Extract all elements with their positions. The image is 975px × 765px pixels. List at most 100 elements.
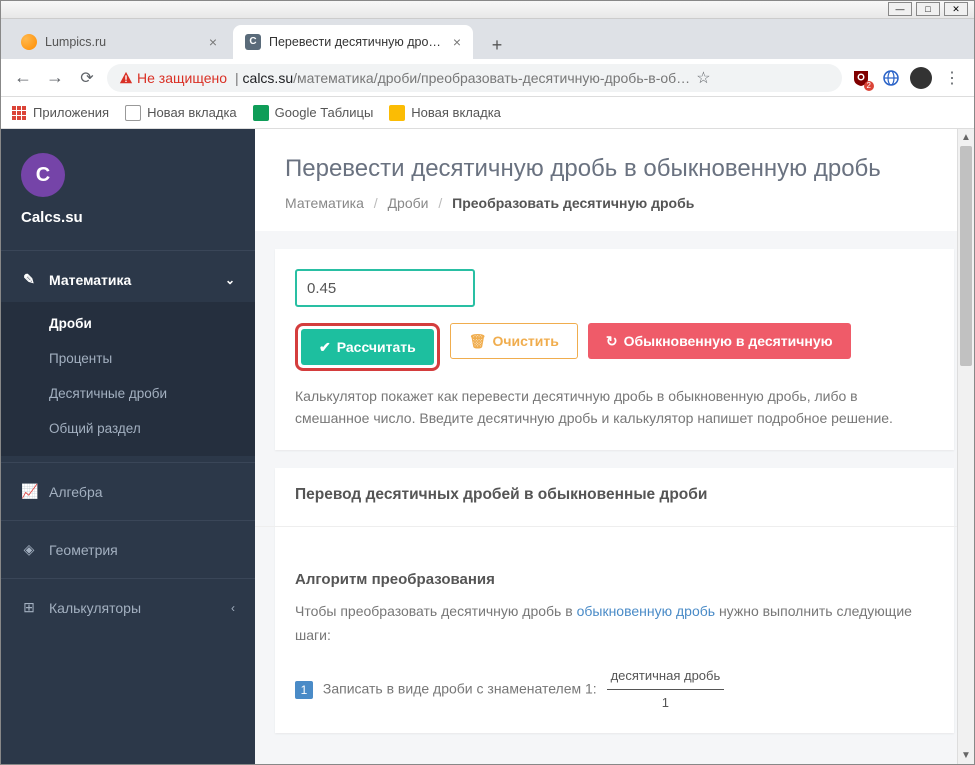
calculator-card: ✔ Рассчитать 🗑 Очистить ↻ Обыкновенную в… (275, 249, 954, 450)
breadcrumb: Математика / Дроби / Преобразовать десят… (285, 195, 944, 211)
calculator-icon: ⊞ (21, 599, 37, 616)
bookmark-label: Новая вкладка (411, 105, 501, 120)
calculate-button[interactable]: ✔ Рассчитать (301, 329, 434, 365)
scroll-down-arrow[interactable]: ▼ (958, 747, 974, 764)
algorithm-title: Алгоритм преобразования (295, 571, 934, 588)
scroll-up-arrow[interactable]: ▲ (958, 129, 974, 146)
tab-calcs[interactable]: C Перевести десятичную дробь в × (233, 25, 473, 59)
swap-button[interactable]: ↻ Обыкновенную в десятичную (588, 323, 851, 359)
tab-close-icon[interactable]: × (453, 34, 461, 50)
step-number-badge: 1 (295, 681, 313, 699)
bookmark-label: Приложения (33, 105, 109, 120)
chart-line-icon: 📈 (21, 483, 37, 500)
sidebar-item-geometry[interactable]: ◈ Геометрия (1, 527, 255, 572)
bookmark-new-tab-2[interactable]: Новая вкладка (389, 105, 501, 121)
vertical-scrollbar[interactable]: ▲ ▼ (957, 129, 974, 764)
window-titlebar: — □ ✕ (1, 1, 974, 19)
breadcrumb-link[interactable]: Дроби (388, 195, 429, 211)
browser-toolbar: ← → ⟳ Не защищено | calcs.su/математика/… (1, 59, 974, 97)
extension-globe-icon[interactable] (880, 67, 902, 89)
trash-icon: 🗑 (469, 333, 487, 350)
bookmark-label: Новая вкладка (147, 105, 237, 120)
bookmark-apps[interactable]: Приложения (11, 105, 109, 121)
back-button[interactable]: ← (11, 66, 35, 90)
divider (1, 250, 255, 251)
new-tab-button[interactable]: + (483, 31, 511, 59)
calculate-button-highlight: ✔ Рассчитать (295, 323, 440, 371)
tab-title: Перевести десятичную дробь в (269, 35, 447, 49)
page-header: Перевести десятичную дробь в обыкновенну… (255, 129, 974, 231)
bookmarks-bar: Приложения Новая вкладка Google Таблицы … (1, 97, 974, 129)
bookmark-new-tab-1[interactable]: Новая вкладка (125, 105, 237, 121)
favicon-lumpics (21, 34, 37, 50)
tab-title: Lumpics.ru (45, 35, 203, 49)
sidebar-brand[interactable]: C Calcs.su (1, 129, 255, 244)
sidebar-sub-percents[interactable]: Проценты (1, 341, 255, 376)
browser-menu-button[interactable]: ⋮ (940, 66, 964, 90)
button-label: Рассчитать (337, 339, 416, 355)
warning-icon (119, 71, 133, 85)
formula: десятичная дробь 1 (607, 665, 725, 714)
chevron-left-icon: ‹ (231, 601, 235, 615)
decimal-input[interactable] (295, 269, 475, 307)
sidebar-submenu: Дроби Проценты Десятичные дроби Общий ра… (1, 302, 255, 456)
apps-icon (11, 105, 27, 121)
file-icon (125, 105, 141, 121)
step-1: 1 Записать в виде дроби с знаменателем 1… (295, 665, 934, 714)
brand-avatar: C (21, 153, 65, 197)
sidebar-label: Геометрия (49, 542, 118, 558)
sidebar-label: Математика (49, 272, 131, 288)
divider (1, 462, 255, 463)
reload-button[interactable]: ⟳ (75, 66, 99, 90)
scroll-thumb[interactable] (960, 146, 972, 366)
tab-strip: Lumpics.ru × C Перевести десятичную дроб… (1, 19, 974, 59)
extension-badge: 2 (864, 81, 874, 91)
extension-ublock-icon[interactable]: 2 (850, 67, 872, 89)
sidebar: C Calcs.su ✎ Математика ⌄ Дроби Проценты… (1, 129, 255, 764)
edit-icon: ✎ (21, 271, 37, 288)
security-indicator[interactable]: Не защищено (119, 70, 227, 86)
page-title: Перевести десятичную дробь в обыкновенну… (285, 155, 944, 183)
button-label: Очистить (493, 333, 559, 349)
profile-avatar[interactable] (910, 67, 932, 89)
window-close-button[interactable]: ✕ (944, 2, 968, 16)
chevron-down-icon: ⌄ (225, 273, 235, 287)
favicon-calcs: C (245, 34, 261, 50)
sidebar-item-algebra[interactable]: 📈 Алгебра (1, 469, 255, 514)
sidebar-label: Алгебра (49, 484, 103, 500)
button-label: Обыкновенную в десятичную (624, 333, 833, 349)
divider (1, 520, 255, 521)
refresh-icon: ↻ (606, 333, 618, 350)
tab-lumpics[interactable]: Lumpics.ru × (9, 25, 229, 59)
file-icon (389, 105, 405, 121)
main-content: Перевести десятичную дробь в обыкновенну… (255, 129, 974, 764)
forward-button[interactable]: → (43, 66, 67, 90)
window-minimize-button[interactable]: — (888, 2, 912, 16)
sheets-icon (253, 105, 269, 121)
explanation-card: Перевод десятичных дробей в обыкновенные… (275, 468, 954, 733)
tab-close-icon[interactable]: × (209, 34, 217, 50)
sidebar-item-calculators[interactable]: ⊞ Калькуляторы ‹ (1, 585, 255, 630)
brand-name: Calcs.su (21, 209, 235, 226)
sidebar-sub-general[interactable]: Общий раздел (1, 411, 255, 446)
url-text: | calcs.su/математика/дроби/преобразоват… (235, 70, 690, 86)
breadcrumb-current: Преобразовать десятичную дробь (452, 195, 694, 211)
check-icon: ✔ (319, 339, 331, 356)
address-bar[interactable]: Не защищено | calcs.su/математика/дроби/… (107, 64, 842, 92)
clear-button[interactable]: 🗑 Очистить (450, 323, 578, 359)
algorithm-intro: Чтобы преобразовать десятичную дробь в о… (295, 600, 934, 648)
sidebar-sub-decimals[interactable]: Десятичные дроби (1, 376, 255, 411)
sidebar-item-mathematics[interactable]: ✎ Математика ⌄ (1, 257, 255, 302)
bookmark-label: Google Таблицы (275, 105, 374, 120)
bookmark-google-sheets[interactable]: Google Таблицы (253, 105, 374, 121)
breadcrumb-link[interactable]: Математика (285, 195, 364, 211)
calculator-description: Калькулятор покажет как перевести десяти… (295, 385, 934, 430)
sidebar-sub-fractions[interactable]: Дроби (1, 306, 255, 341)
not-secure-text: Не защищено (137, 70, 227, 86)
common-fraction-link[interactable]: обыкновенную дробь (577, 603, 715, 619)
diamond-icon: ◈ (21, 541, 37, 558)
window-maximize-button[interactable]: □ (916, 2, 940, 16)
bookmark-star-icon[interactable]: ☆ (696, 68, 710, 88)
section-title: Перевод десятичных дробей в обыкновенные… (295, 486, 934, 504)
sidebar-label: Калькуляторы (49, 600, 141, 616)
